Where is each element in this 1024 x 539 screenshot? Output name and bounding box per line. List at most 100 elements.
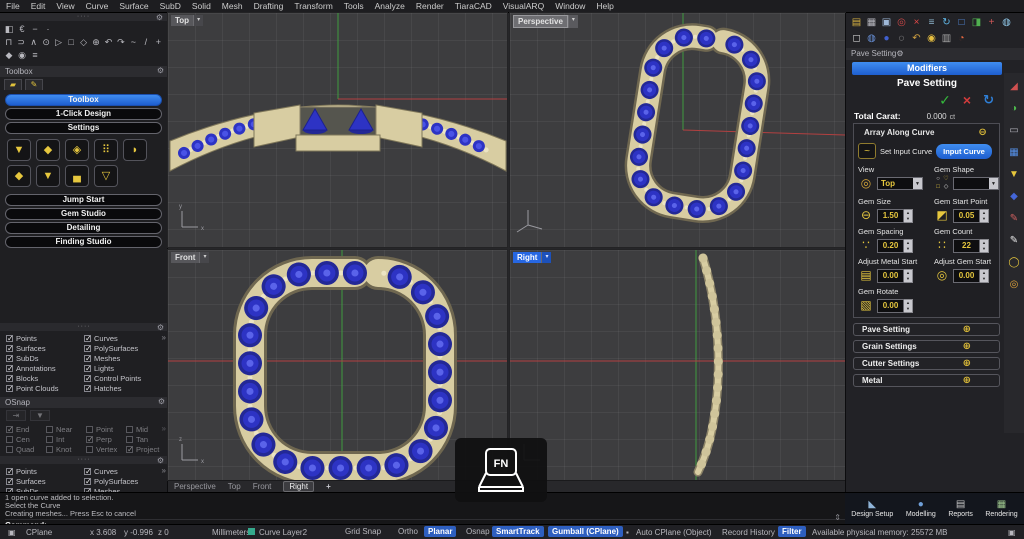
checkbox[interactable] xyxy=(84,468,91,475)
panel-drag-handle[interactable]: ····⚙ xyxy=(0,13,167,21)
checkbox[interactable] xyxy=(6,478,13,485)
toolbar-icon[interactable]: ≡ xyxy=(925,16,938,29)
tool-icon[interactable]: − xyxy=(30,24,40,35)
filter-toggle[interactable]: Filter xyxy=(778,526,806,537)
checkbox[interactable] xyxy=(6,426,13,433)
viewport-right[interactable]: Right ▾ xyxy=(510,250,845,480)
tool-icon[interactable]: ⊃ xyxy=(16,37,25,48)
refresh-icon[interactable]: ↻ xyxy=(983,91,994,109)
menu-item[interactable]: Window xyxy=(555,1,585,11)
workflow-tab[interactable]: ▦ Rendering xyxy=(985,499,1017,518)
menu-item[interactable]: Analyze xyxy=(375,1,405,11)
menu-item[interactable]: Surface xyxy=(119,1,148,11)
auto-cplane-toggle[interactable]: Auto CPlane (Object) xyxy=(636,528,712,537)
gear-icon[interactable]: ⚙ xyxy=(157,66,164,75)
collapse-icon[interactable]: ⊖ xyxy=(978,127,986,138)
toolbox-tab-icon[interactable]: ✎ xyxy=(25,79,43,90)
viewport-tab-top[interactable]: Top xyxy=(228,482,241,491)
tool-icon[interactable]: / xyxy=(141,37,150,48)
smarttrack-toggle[interactable]: SmartTrack xyxy=(492,526,544,537)
studio-nav-button[interactable]: Jump Start xyxy=(5,194,162,206)
tool-icon[interactable]: ◆ xyxy=(4,50,14,61)
checkbox[interactable] xyxy=(126,446,133,453)
gem-tool-icon[interactable]: ▄ xyxy=(65,165,89,187)
toolbar-icon[interactable]: □ xyxy=(955,16,968,29)
collapsed-section-bar[interactable]: Pave Setting ⊕ xyxy=(853,323,1000,336)
layer-color-swatch[interactable] xyxy=(248,528,255,535)
menu-item[interactable]: Solid xyxy=(192,1,211,11)
gem-tool-icon[interactable]: ◈ xyxy=(65,139,89,161)
checkbox[interactable] xyxy=(84,478,91,485)
expand-plus-icon[interactable]: ⊕ xyxy=(963,358,971,370)
gear-icon[interactable]: ⚙ xyxy=(896,49,903,58)
gem-tool-icon[interactable]: ◆ xyxy=(36,139,60,161)
gumball-toggle-icon[interactable]: ▣ xyxy=(8,528,16,537)
number-spinner[interactable]: 0.00 ▲▼ xyxy=(877,299,913,313)
checkbox[interactable] xyxy=(126,436,133,443)
menu-item[interactable]: VisualARQ xyxy=(503,1,544,11)
settings-button[interactable]: Settings xyxy=(5,122,162,134)
checkbox[interactable] xyxy=(86,446,93,453)
cplane-label[interactable]: CPlane xyxy=(26,528,52,537)
confirm-icon[interactable]: ✓ xyxy=(939,91,951,109)
menu-item[interactable]: Mesh xyxy=(222,1,243,11)
toolbar-icon[interactable]: ↶ xyxy=(910,32,923,45)
tool-icon[interactable]: ▷ xyxy=(54,37,63,48)
number-spinner[interactable]: 1.50 ▲▼ xyxy=(877,209,913,223)
collapsed-section-bar[interactable]: Metal ⊕ xyxy=(853,374,1000,387)
checkbox[interactable] xyxy=(84,375,91,382)
tool-icon[interactable]: ◧ xyxy=(4,24,14,35)
checkbox[interactable] xyxy=(84,355,91,362)
toolbar-icon[interactable]: + xyxy=(985,16,998,29)
checkbox[interactable] xyxy=(86,426,93,433)
menu-item[interactable]: Render xyxy=(416,1,444,11)
toolbar-icon[interactable]: ◍ xyxy=(865,32,878,45)
toolbar-icon[interactable]: ▤ xyxy=(850,16,863,29)
checkbox[interactable] xyxy=(6,385,13,392)
collapsed-section-bar[interactable]: Grain Settings ⊕ xyxy=(853,340,1000,353)
menu-item[interactable]: Curve xyxy=(86,1,109,11)
toolbox-tab-icon[interactable]: ▰ xyxy=(4,79,22,90)
viewport-tab-front[interactable]: Front xyxy=(253,482,272,491)
menu-item[interactable]: Transform xyxy=(294,1,332,11)
tool-icon[interactable]: ⊕ xyxy=(91,37,100,48)
units-label[interactable]: Millimeters xyxy=(212,528,250,537)
checkbox[interactable] xyxy=(84,345,91,352)
toolbar-icon[interactable]: ◻ xyxy=(850,32,863,45)
panel-drag-handle[interactable]: ····⚙ xyxy=(0,323,168,331)
side-toolbar-icon[interactable]: ✎ xyxy=(1010,235,1018,246)
menu-item[interactable]: SubD xyxy=(160,1,181,11)
one-click-design-button[interactable]: 1-Click Design xyxy=(5,108,162,120)
expand-chevron-icon[interactable]: » xyxy=(162,466,166,475)
osnap-filter-icon[interactable]: ▼ xyxy=(30,410,50,421)
checkbox[interactable] xyxy=(6,446,13,453)
side-toolbar-icon[interactable]: ▼ xyxy=(1009,169,1019,180)
checkbox[interactable] xyxy=(6,375,13,382)
tool-icon[interactable]: ◇ xyxy=(79,37,88,48)
gem-tool-icon[interactable]: ▼ xyxy=(36,165,60,187)
checkbox[interactable] xyxy=(6,436,13,443)
side-toolbar-icon[interactable]: ◢ xyxy=(1010,81,1018,92)
menu-item[interactable]: Drafting xyxy=(254,1,284,11)
tool-icon[interactable]: ↶ xyxy=(104,37,113,48)
viewport-tab-right[interactable]: Right xyxy=(283,481,314,492)
toolbar-icon[interactable]: × xyxy=(910,16,923,29)
toolbar-icon[interactable]: ▦ xyxy=(865,16,878,29)
expand-plus-icon[interactable]: ⊕ xyxy=(963,324,971,336)
expand-chevron-icon[interactable]: » xyxy=(162,333,166,342)
gem-tool-icon[interactable]: ▽ xyxy=(94,165,118,187)
side-toolbar-icon[interactable]: ◯ xyxy=(1008,257,1019,268)
toolbar-icon[interactable]: ◔ xyxy=(955,32,968,45)
number-spinner[interactable]: 0.00 ▲▼ xyxy=(877,269,913,283)
chevron-down-icon[interactable]: ▾ xyxy=(541,252,551,263)
menu-item[interactable]: Tools xyxy=(344,1,364,11)
tool-icon[interactable]: □ xyxy=(66,37,75,48)
number-spinner[interactable]: 0.20 ▲▼ xyxy=(877,239,913,253)
tool-icon[interactable]: + xyxy=(154,37,163,48)
checkbox[interactable] xyxy=(6,468,13,475)
toolbar-icon[interactable]: ↻ xyxy=(940,16,953,29)
side-toolbar-icon[interactable]: ▦ xyxy=(1009,147,1018,158)
side-toolbar-icon[interactable]: ✎ xyxy=(1010,213,1018,224)
chevron-down-icon[interactable]: ▾ xyxy=(193,15,203,26)
scroll-indicator-icon[interactable]: ⇕ xyxy=(834,513,841,522)
